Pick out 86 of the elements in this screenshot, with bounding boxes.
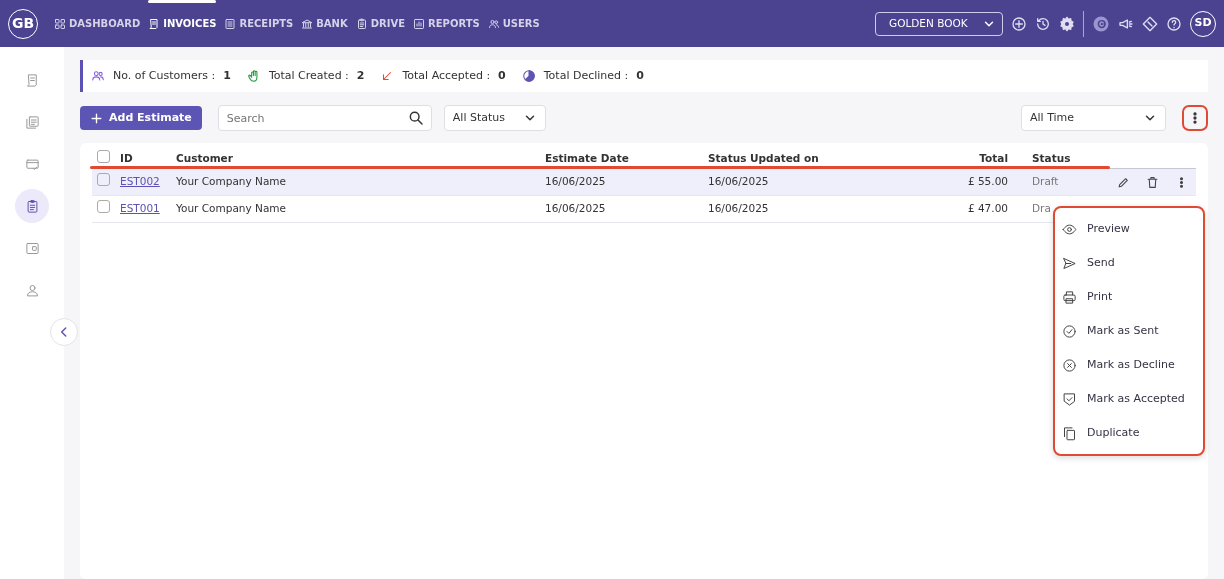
chart-icon — [413, 17, 426, 30]
receipt-icon — [148, 17, 161, 30]
stat-label: No. of Customers : — [113, 67, 216, 84]
edit-button[interactable] — [1117, 175, 1130, 189]
status-filter-select[interactable]: All Status — [443, 105, 546, 131]
menu-item[interactable]: Send — [1055, 246, 1203, 280]
grid-icon — [54, 17, 66, 30]
nav-tab[interactable]: RECEIPTS — [224, 0, 294, 47]
table-cell-text: 16/06/2025 — [545, 174, 607, 190]
row-checkbox[interactable] — [97, 200, 110, 214]
nav-tab[interactable]: DASHBOARD — [54, 0, 141, 47]
users-icon — [91, 69, 105, 83]
c-logo-icon — [1092, 14, 1110, 33]
stat-label: Total Created : — [268, 67, 349, 84]
column-header: Total — [978, 150, 1008, 166]
clipboard-icon — [355, 17, 368, 30]
hand-icon — [246, 69, 261, 83]
bank-icon — [301, 17, 314, 30]
shield-check-icon — [1062, 391, 1077, 407]
list-icon — [224, 17, 237, 30]
estimate-id-link[interactable]: EST001 — [120, 202, 160, 215]
column-header: Status Updated on — [708, 150, 820, 166]
stat-value: 1 — [223, 67, 231, 84]
card-icon — [24, 156, 40, 172]
pencil-icon — [1117, 175, 1130, 189]
column-header: Status — [1032, 150, 1072, 166]
add-estimate-button[interactable]: Add Estimate — [80, 106, 202, 130]
send-icon — [1062, 255, 1077, 271]
table-cell-text: £ 55.00 — [966, 174, 1008, 190]
user-icon — [24, 282, 40, 298]
menu-item[interactable]: Mark as Sent — [1055, 314, 1203, 348]
menu-item[interactable]: Mark as Accepted — [1055, 382, 1203, 416]
trash-icon — [1146, 175, 1159, 189]
stat-value: 2 — [356, 67, 365, 84]
menu-item[interactable]: Preview — [1055, 212, 1203, 246]
settings-icon — [1059, 15, 1075, 32]
menu-item[interactable]: Print — [1055, 280, 1203, 314]
users-icon — [487, 17, 500, 30]
documents-icon — [24, 114, 40, 130]
collapse-button[interactable] — [50, 318, 78, 346]
table-cell-text: Your Company Name — [176, 201, 288, 217]
table-cell-text: Draft — [1032, 174, 1060, 190]
ticket-icon — [1142, 15, 1158, 32]
time-filter-select[interactable]: All Time — [1021, 105, 1166, 131]
delete-button[interactable] — [1146, 175, 1159, 189]
receipt-icon — [24, 72, 40, 88]
history-icon — [1035, 15, 1051, 32]
column-header: Customer — [176, 150, 234, 166]
nav-tab[interactable]: INVOICES — [148, 0, 217, 47]
check-circle-icon — [1062, 323, 1077, 339]
table-cell-text: 16/06/2025 — [708, 201, 770, 217]
column-header: ID — [120, 150, 134, 166]
table-cell-text: 16/06/2025 — [545, 201, 607, 217]
x-circle-icon — [1062, 357, 1077, 373]
plus-icon — [90, 111, 103, 125]
nav-tab[interactable]: REPORTS — [413, 0, 480, 47]
printer-icon — [1062, 289, 1077, 305]
stat-label: Total Declined : — [543, 67, 629, 84]
pie-icon — [521, 69, 536, 83]
estimate-id-link[interactable]: EST002 — [120, 175, 160, 188]
table-cell-text: Dra — [1032, 201, 1052, 217]
wallet-icon — [24, 240, 40, 256]
menu-item[interactable]: Mark as Decline — [1055, 348, 1203, 382]
nav-tab[interactable]: BANK — [301, 0, 348, 47]
eye-icon — [1062, 221, 1077, 237]
table-cell-text: Your Company Name — [176, 174, 288, 190]
search-field[interactable]: Search — [217, 105, 432, 131]
help-icon — [1166, 15, 1182, 32]
nav-tab[interactable]: USERS — [487, 0, 540, 47]
nav-tab[interactable]: DRIVE — [355, 0, 406, 47]
table-cell-text: £ 47.00 — [966, 201, 1008, 217]
select-all-checkbox[interactable] — [97, 149, 110, 163]
clipboard-icon — [24, 198, 40, 214]
stat-value: 0 — [636, 67, 644, 84]
menu-item[interactable]: Duplicate — [1055, 416, 1203, 450]
copy-icon — [1062, 425, 1077, 441]
stat-label: Total Accepted : — [402, 67, 491, 84]
stat-value: 0 — [498, 67, 506, 84]
column-header: Estimate Date — [545, 150, 630, 166]
company-select[interactable]: GOLDEN BOOK — [875, 11, 1003, 36]
more-options-button[interactable] — [1182, 105, 1208, 131]
search-icon — [407, 110, 424, 126]
table-cell-text: 16/06/2025 — [708, 174, 770, 190]
sidebar-item[interactable] — [15, 189, 49, 223]
add-circle-icon — [1011, 15, 1027, 32]
row-checkbox[interactable] — [97, 173, 110, 187]
